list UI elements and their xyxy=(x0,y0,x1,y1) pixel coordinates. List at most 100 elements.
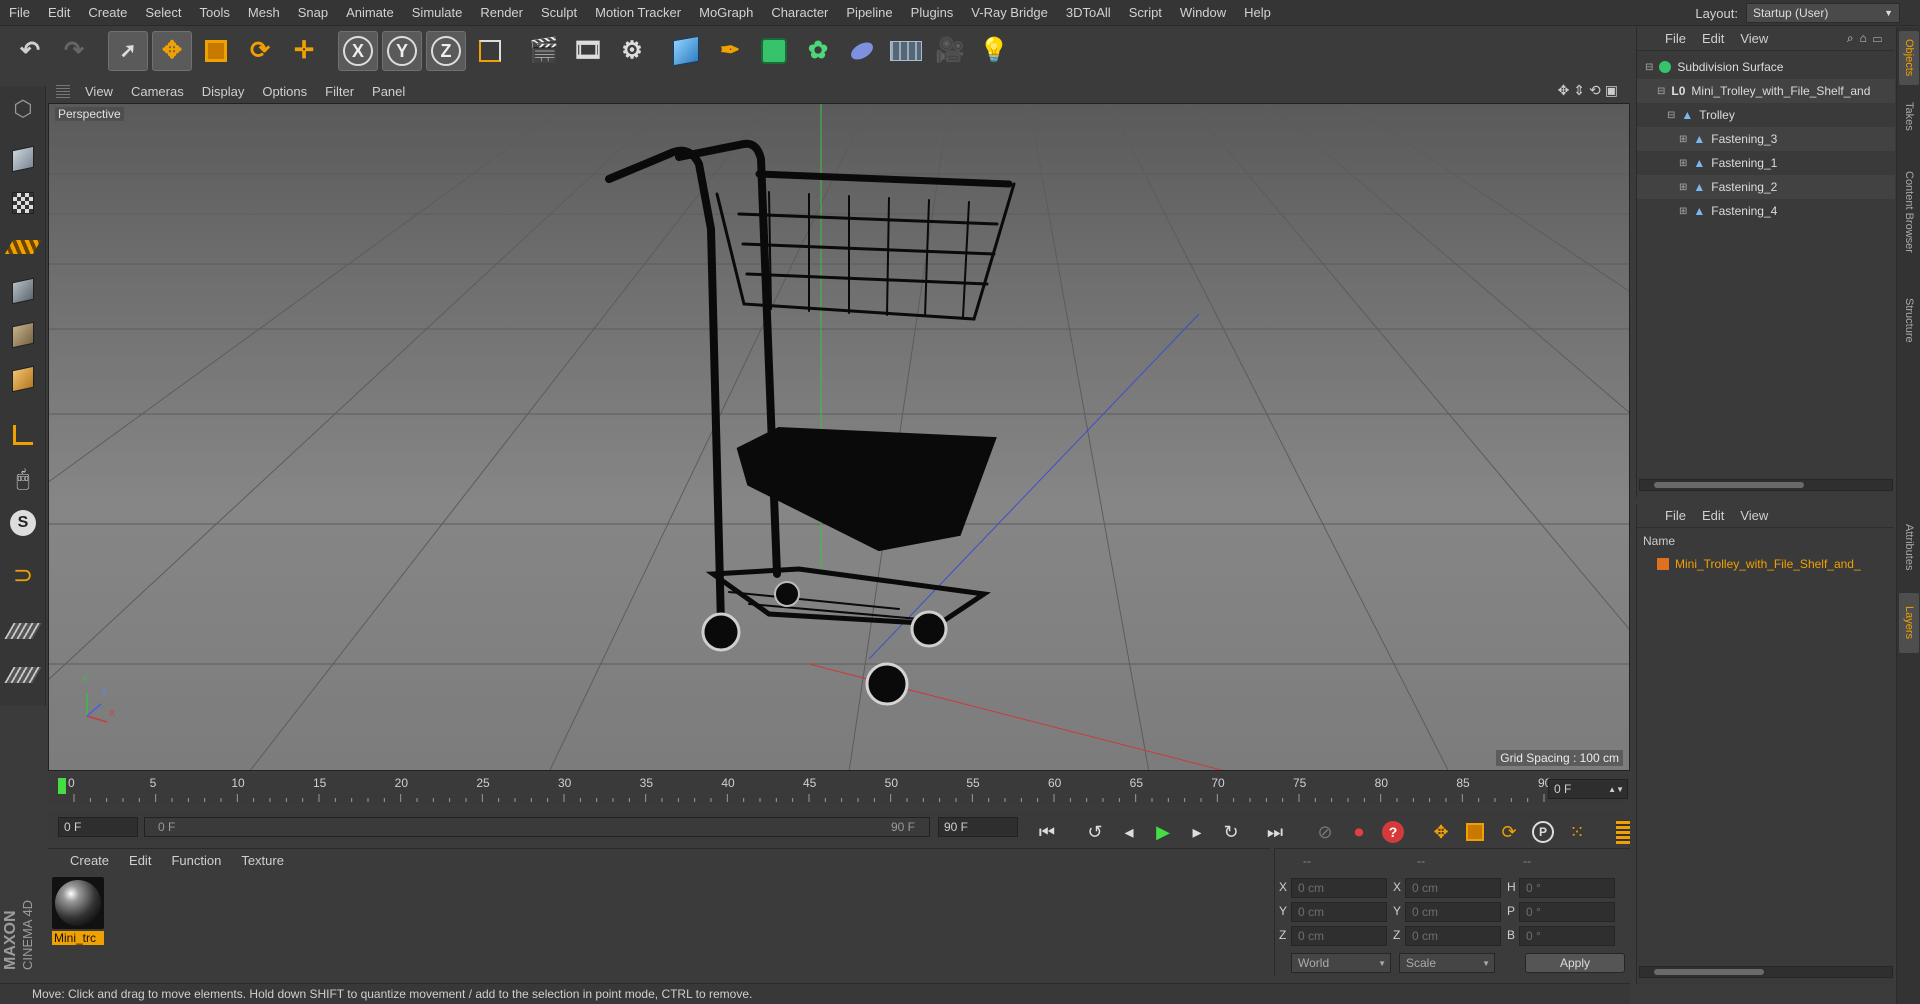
position-y-field[interactable]: 0 cm xyxy=(1291,902,1387,922)
layer-manager-scrollbar[interactable] xyxy=(1639,966,1893,978)
next-frame-button[interactable]: ▸ xyxy=(1182,817,1212,847)
material-swatch[interactable]: Mini_trc xyxy=(52,877,104,945)
axis-y-button[interactable]: Y xyxy=(382,31,422,71)
layout-select[interactable]: Startup (User) ▼ xyxy=(1746,3,1900,23)
menu-window[interactable]: Window xyxy=(1171,5,1235,20)
next-key-button[interactable]: ↻ xyxy=(1216,817,1246,847)
transform-tool-button[interactable]: ✛ xyxy=(284,31,324,71)
tab-attributes[interactable]: Attributes xyxy=(1899,507,1919,587)
menu-vray-bridge[interactable]: V-Ray Bridge xyxy=(962,5,1057,20)
menu-3dtoall[interactable]: 3DToAll xyxy=(1057,5,1120,20)
end-frame-field[interactable]: 90 F xyxy=(938,817,1018,837)
viewport-menu-view[interactable]: View xyxy=(76,84,122,99)
add-subdivision-button[interactable] xyxy=(754,31,794,71)
record-button[interactable]: ⏺ xyxy=(1344,817,1374,847)
layer-menu-edit[interactable]: Edit xyxy=(1694,508,1732,523)
add-light-button[interactable]: 💡 xyxy=(974,31,1014,71)
object-manager-scrollbar[interactable] xyxy=(1639,479,1893,491)
enable-axis-button[interactable] xyxy=(4,416,42,454)
position-x-field[interactable]: 0 cm xyxy=(1291,878,1387,898)
menu-sculpt[interactable]: Sculpt xyxy=(532,5,586,20)
object-row-fastening-3[interactable]: ⊞ ▲ Fastening_3 xyxy=(1637,127,1895,151)
menu-create[interactable]: Create xyxy=(79,5,136,20)
select-tool-button[interactable]: ➚ xyxy=(108,31,148,71)
add-cube-button[interactable] xyxy=(666,31,706,71)
tree-collapse-icon[interactable]: ⊟ xyxy=(1657,86,1665,97)
axis-x-button[interactable]: X xyxy=(338,31,378,71)
menu-motion-tracker[interactable]: Motion Tracker xyxy=(586,5,690,20)
render-picture-viewer-button[interactable]: 🎞 xyxy=(568,31,608,71)
dolly-icon[interactable]: ⇕ xyxy=(1573,82,1589,98)
axis-z-button[interactable]: Z xyxy=(426,31,466,71)
menu-plugins[interactable]: Plugins xyxy=(902,5,963,20)
polygons-mode-button[interactable] xyxy=(4,360,42,398)
world-select[interactable]: World ▼ xyxy=(1291,953,1391,973)
menu-snap[interactable]: Snap xyxy=(289,5,337,20)
edges-mode-button[interactable] xyxy=(4,316,42,354)
menu-script[interactable]: Script xyxy=(1120,5,1171,20)
search-icon[interactable]: ⌕ xyxy=(1847,31,1860,45)
menu-pipeline[interactable]: Pipeline xyxy=(837,5,901,20)
apply-button[interactable]: Apply xyxy=(1525,953,1625,973)
viewport-menu-options[interactable]: Options xyxy=(253,84,316,99)
viewport-menu-display[interactable]: Display xyxy=(193,84,254,99)
timeline-window-button[interactable] xyxy=(1608,817,1638,847)
rotation-b-field[interactable]: 0 ° xyxy=(1519,926,1615,946)
object-row-fastening-4[interactable]: ⊞ ▲ Fastening_4 xyxy=(1637,199,1895,223)
material-menu-function[interactable]: Function xyxy=(161,853,231,868)
tab-objects[interactable]: Objects xyxy=(1899,31,1919,85)
layer-menu-view[interactable]: View xyxy=(1732,508,1776,523)
menu-tools[interactable]: Tools xyxy=(191,5,239,20)
magnet-button[interactable]: ⊃ xyxy=(4,556,42,594)
tab-content-browser[interactable]: Content Browser xyxy=(1899,147,1919,277)
layer-row[interactable]: Mini_Trolley_with_File_Shelf_and_ xyxy=(1637,552,1895,576)
playhead[interactable] xyxy=(58,778,66,794)
maximize-icon[interactable]: ▣ xyxy=(1605,82,1622,98)
move-tool-button[interactable]: ✥ xyxy=(152,31,192,71)
object-row-mini-trolley[interactable]: ⊟ L0 Mini_Trolley_with_File_Shelf_and xyxy=(1637,79,1895,103)
tree-expand-icon[interactable]: ⊞ xyxy=(1679,182,1687,193)
viewport-menu-cameras[interactable]: Cameras xyxy=(122,84,193,99)
orbit-icon[interactable]: ⟲ xyxy=(1589,82,1605,98)
key-parameter-button[interactable]: P xyxy=(1528,817,1558,847)
model-mode-button[interactable] xyxy=(4,140,42,178)
workplane-lock-button[interactable] xyxy=(4,612,42,650)
key-rotation-button[interactable]: ⟳ xyxy=(1494,817,1524,847)
material-menu-edit[interactable]: Edit xyxy=(119,853,161,868)
add-camera-button[interactable]: 🎥 xyxy=(930,31,970,71)
menu-mesh[interactable]: Mesh xyxy=(239,5,289,20)
material-menu-texture[interactable]: Texture xyxy=(231,853,294,868)
menu-edit[interactable]: Edit xyxy=(39,5,79,20)
timeline-ruler[interactable]: 0 5 10 15 20 25 30 35 40 45 50 55 60 65 70 75 80 85 90 0 F… xyxy=(48,774,1630,804)
points-mode-button[interactable] xyxy=(4,272,42,310)
tab-layers[interactable]: Layers xyxy=(1899,593,1919,653)
make-editable-button[interactable]: ⬡ xyxy=(4,90,42,128)
menu-mograph[interactable]: MoGraph xyxy=(690,5,762,20)
home-icon[interactable]: ⌂ xyxy=(1860,31,1873,45)
object-row-subdivision[interactable]: ⊟ Subdivision Surface xyxy=(1637,55,1895,79)
add-floor-button[interactable] xyxy=(886,31,926,71)
redo-button[interactable]: ↷ xyxy=(54,31,94,71)
tab-structure[interactable]: Structure xyxy=(1899,285,1919,355)
snap-button[interactable]: S xyxy=(4,504,42,542)
menu-help[interactable]: Help xyxy=(1235,5,1280,20)
key-scale-button[interactable] xyxy=(1460,817,1490,847)
render-settings-button[interactable]: ⚙ xyxy=(612,31,652,71)
go-to-start-button[interactable]: ⏮ xyxy=(1032,817,1062,847)
material-name-label[interactable]: Mini_trc xyxy=(52,931,104,945)
render-view-button[interactable]: 🎬 xyxy=(524,31,564,71)
tree-expand-icon[interactable]: ⊞ xyxy=(1679,158,1687,169)
undo-button[interactable]: ↶ xyxy=(10,31,50,71)
frame-range-slider[interactable]: 0 F 90 F xyxy=(144,817,930,837)
viewport-menu-panel[interactable]: Panel xyxy=(363,84,414,99)
size-x-field[interactable]: 0 cm xyxy=(1405,878,1501,898)
scrollbar-thumb[interactable] xyxy=(1654,482,1804,488)
scrollbar-thumb[interactable] xyxy=(1654,969,1764,975)
start-frame-field[interactable]: 0 F xyxy=(58,817,138,837)
current-frame-field[interactable]: 0 F ▲▼ xyxy=(1548,779,1628,799)
rotation-p-field[interactable]: 0 ° xyxy=(1519,902,1615,922)
object-menu-file[interactable]: File xyxy=(1657,31,1694,46)
tweak-mode-button[interactable]: 🖱 xyxy=(4,460,42,498)
viewport-menu-filter[interactable]: Filter xyxy=(316,84,363,99)
object-menu-edit[interactable]: Edit xyxy=(1694,31,1732,46)
